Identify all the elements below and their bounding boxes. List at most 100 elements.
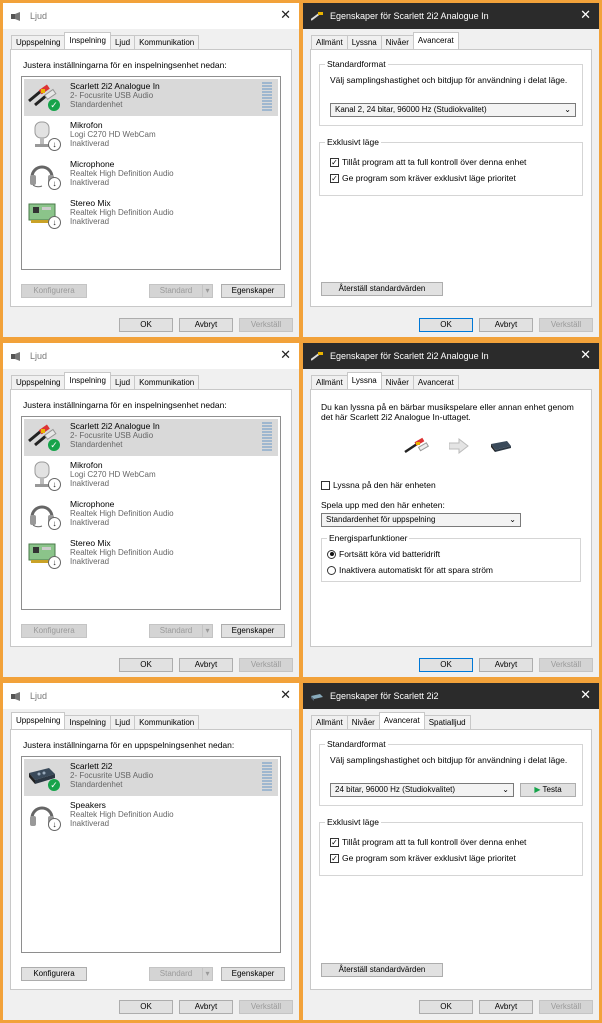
tab-listen[interactable]: Lyssna [346,35,382,49]
apply-button[interactable]: Verkställ [239,658,293,672]
set-default-button[interactable]: Standard [149,967,203,981]
properties-button[interactable]: Egenskaper [221,967,285,981]
list-item[interactable]: ↓ Microphone Realtek High Definition Aud… [24,157,278,194]
apply-button[interactable]: Verkställ [539,658,593,672]
cancel-button[interactable]: Avbryt [179,318,233,332]
configure-button[interactable]: Konfigurera [21,624,87,638]
properties-button[interactable]: Egenskaper [221,624,285,638]
listen-device-checkbox[interactable]: Lyssna på den här enheten [321,480,436,490]
configure-button[interactable]: Konfigurera [21,967,87,981]
close-icon[interactable]: ✕ [580,348,591,362]
format-select[interactable]: Kanal 2, 24 bitar, 96000 Hz (Studiokvali… [330,103,576,117]
tab-sounds[interactable]: Ljud [109,35,136,49]
cancel-button[interactable]: Avbryt [179,1000,233,1014]
ok-button[interactable]: OK [419,318,473,332]
tab-communication[interactable]: Kommunikation [134,375,200,389]
tab-levels[interactable]: Nivåer [346,715,380,729]
device-list[interactable]: ✓ Scarlett 2i2 2- Focusrite USB Audio St… [21,756,281,953]
tab-advanced[interactable]: Avancerat [378,712,425,729]
device-list[interactable]: ✓ Scarlett 2i2 Analogue In 2- Focusrite … [21,416,281,610]
ok-button[interactable]: OK [419,1000,473,1014]
close-icon[interactable]: ✕ [580,8,591,22]
list-item[interactable]: ✓ Scarlett 2i2 Analogue In 2- Focusrite … [24,79,278,116]
close-icon[interactable]: ✕ [580,688,591,702]
close-icon[interactable]: ✕ [280,8,291,22]
tab-playback[interactable]: Uppspelning [11,712,66,729]
arrow-right-icon [448,437,469,455]
ok-button[interactable]: OK [119,318,173,332]
tab-listen[interactable]: Lyssna [346,372,382,389]
playback-device-select[interactable]: Standardenhet för uppspelning ⌄ [321,513,521,527]
exclusive-priority-checkbox[interactable]: ✓ Ge program som kräver exklusivt läge pr… [330,173,516,183]
restore-defaults-button[interactable]: Återställ standardvärden [321,282,443,296]
list-item[interactable]: ↓ Microphone Realtek High Definition Aud… [24,497,278,534]
tab-communication[interactable]: Kommunikation [134,715,200,729]
tab-levels[interactable]: Nivåer [380,35,414,49]
apply-button[interactable]: Verkställ [239,1000,293,1014]
ok-button[interactable]: OK [119,1000,173,1014]
tab-playback[interactable]: Uppspelning [11,375,66,389]
list-item[interactable]: ↓ Mikrofon Logi C270 HD WebCam Inaktiver… [24,458,278,495]
title-bar[interactable]: Ljud ✕ [3,683,299,709]
close-icon[interactable]: ✕ [280,348,291,362]
tab-recording[interactable]: Inspelning [64,372,111,389]
apply-button[interactable]: Verkställ [539,318,593,332]
list-item[interactable]: ↓ Stereo Mix Realtek High Definition Aud… [24,196,278,233]
exclusive-allow-checkbox[interactable]: ✓ Tillåt program att ta full kontroll öve… [330,157,526,167]
list-item[interactable]: ✓ Scarlett 2i2 Analogue In 2- Focusrite … [24,419,278,456]
properties-window-output-advanced: Egenskaper för Scarlett 2i2 ✕ Allmänt Ni… [303,683,599,1020]
tab-recording[interactable]: Inspelning [64,32,111,49]
test-button[interactable]: ▶ Testa [520,783,576,797]
tab-recording[interactable]: Inspelning [64,715,111,729]
instruction-text: Justera inställningarna för en inspelnin… [23,400,227,410]
exclusive-priority-checkbox[interactable]: ✓ Ge program som kräver exklusivt läge pr… [330,853,516,863]
tab-panel: Justera inställningarna för en inspelnin… [10,389,292,647]
chevron-down-icon[interactable]: ▾ [202,624,213,638]
tab-sounds[interactable]: Ljud [109,715,136,729]
keep-running-radio[interactable]: Fortsätt köra vid batteridrift [327,549,440,559]
cancel-button[interactable]: Avbryt [479,1000,533,1014]
properties-button[interactable]: Egenskaper [221,284,285,298]
exclusive-allow-checkbox[interactable]: ✓ Tillåt program att ta full kontroll öve… [330,837,526,847]
list-item[interactable]: ↓ Stereo Mix Realtek High Definition Aud… [24,536,278,573]
tab-spatial-sound[interactable]: Spatialljud [423,715,471,729]
device-list[interactable]: ✓ Scarlett 2i2 Analogue In 2- Focusrite … [21,76,281,270]
tab-general[interactable]: Allmänt [311,375,348,389]
set-default-button[interactable]: Standard [149,284,203,298]
list-item[interactable]: ↓ Mikrofon Logi C270 HD WebCam Inaktiver… [24,118,278,155]
configure-button[interactable]: Konfigurera [21,284,87,298]
tab-communication[interactable]: Kommunikation [134,35,200,49]
tab-advanced[interactable]: Avancerat [412,375,459,389]
properties-window-listen: Egenskaper för Scarlett 2i2 Analogue In … [303,343,599,677]
audio-interface-icon [489,438,513,454]
cancel-button[interactable]: Avbryt [479,658,533,672]
auto-disable-radio[interactable]: Inaktivera automatiskt för att spara str… [327,565,493,575]
ok-button[interactable]: OK [119,658,173,672]
cancel-button[interactable]: Avbryt [479,318,533,332]
tab-advanced[interactable]: Avancerat [412,32,459,49]
chevron-down-icon[interactable]: ▾ [202,284,213,298]
apply-button[interactable]: Verkställ [539,1000,593,1014]
ok-button[interactable]: OK [419,658,473,672]
tab-playback[interactable]: Uppspelning [11,35,66,49]
device-driver: Logi C270 HD WebCam [70,470,156,479]
apply-button[interactable]: Verkställ [239,318,293,332]
title-bar[interactable]: Ljud ✕ [3,343,299,369]
title-bar[interactable]: Ljud ✕ [3,3,299,29]
title-bar[interactable]: Egenskaper för Scarlett 2i2 Analogue In … [303,3,599,29]
title-bar[interactable]: Egenskaper för Scarlett 2i2 Analogue In … [303,343,599,369]
tab-general[interactable]: Allmänt [311,715,348,729]
format-select[interactable]: 24 bitar, 96000 Hz (Studiokvalitet) ⌄ [330,783,514,797]
list-item[interactable]: ✓ Scarlett 2i2 2- Focusrite USB Audio St… [24,759,278,796]
chevron-down-icon[interactable]: ▾ [202,967,213,981]
tab-general[interactable]: Allmänt [311,35,348,49]
set-default-button[interactable]: Standard [149,624,203,638]
tab-levels[interactable]: Nivåer [380,375,414,389]
list-item[interactable]: ↓ Speakers Realtek High Definition Audio… [24,798,278,835]
device-driver: Realtek High Definition Audio [70,810,174,819]
tab-sounds[interactable]: Ljud [109,375,136,389]
restore-defaults-button[interactable]: Återställ standardvärden [321,963,443,977]
title-bar[interactable]: Egenskaper för Scarlett 2i2 ✕ [303,683,599,709]
cancel-button[interactable]: Avbryt [179,658,233,672]
close-icon[interactable]: ✕ [280,688,291,702]
